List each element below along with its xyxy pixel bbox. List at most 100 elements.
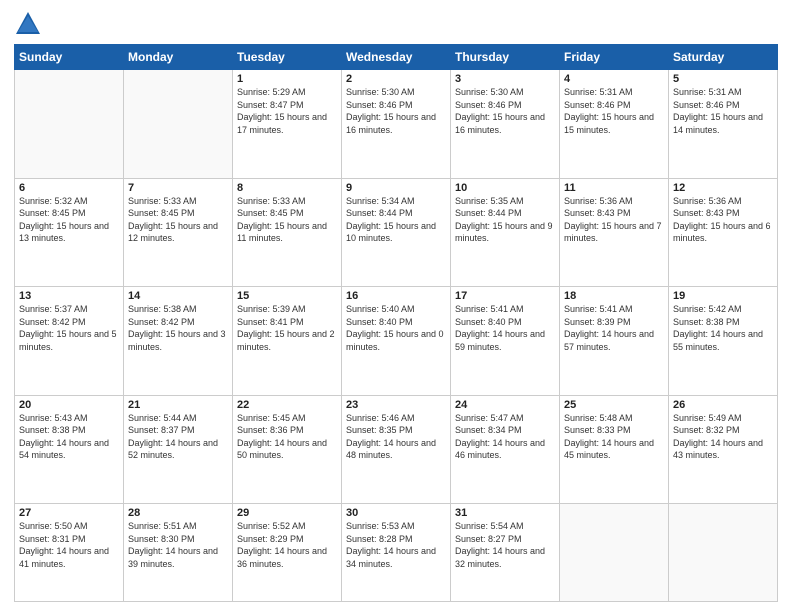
day-info: Sunrise: 5:31 AMSunset: 8:46 PMDaylight:… [564, 86, 664, 136]
day-info: Sunrise: 5:52 AMSunset: 8:29 PMDaylight:… [237, 520, 337, 570]
weekday-header: Monday [124, 45, 233, 70]
day-info: Sunrise: 5:30 AMSunset: 8:46 PMDaylight:… [346, 86, 446, 136]
day-info: Sunrise: 5:39 AMSunset: 8:41 PMDaylight:… [237, 303, 337, 353]
day-info: Sunrise: 5:50 AMSunset: 8:31 PMDaylight:… [19, 520, 119, 570]
day-number: 23 [346, 399, 446, 411]
day-number: 24 [455, 399, 555, 411]
day-info: Sunrise: 5:32 AMSunset: 8:45 PMDaylight:… [19, 195, 119, 245]
day-number: 22 [237, 399, 337, 411]
calendar-cell: 1Sunrise: 5:29 AMSunset: 8:47 PMDaylight… [233, 70, 342, 179]
calendar-cell: 31Sunrise: 5:54 AMSunset: 8:27 PMDayligh… [451, 504, 560, 602]
calendar-cell: 21Sunrise: 5:44 AMSunset: 8:37 PMDayligh… [124, 395, 233, 504]
calendar-week-row: 13Sunrise: 5:37 AMSunset: 8:42 PMDayligh… [15, 287, 778, 396]
day-info: Sunrise: 5:35 AMSunset: 8:44 PMDaylight:… [455, 195, 555, 245]
day-info: Sunrise: 5:45 AMSunset: 8:36 PMDaylight:… [237, 412, 337, 462]
day-info: Sunrise: 5:53 AMSunset: 8:28 PMDaylight:… [346, 520, 446, 570]
calendar-cell: 2Sunrise: 5:30 AMSunset: 8:46 PMDaylight… [342, 70, 451, 179]
day-info: Sunrise: 5:41 AMSunset: 8:39 PMDaylight:… [564, 303, 664, 353]
day-info: Sunrise: 5:44 AMSunset: 8:37 PMDaylight:… [128, 412, 228, 462]
day-number: 4 [564, 73, 664, 85]
day-number: 30 [346, 507, 446, 519]
day-info: Sunrise: 5:37 AMSunset: 8:42 PMDaylight:… [19, 303, 119, 353]
calendar-table: SundayMondayTuesdayWednesdayThursdayFrid… [14, 44, 778, 602]
day-info: Sunrise: 5:51 AMSunset: 8:30 PMDaylight:… [128, 520, 228, 570]
calendar-cell: 24Sunrise: 5:47 AMSunset: 8:34 PMDayligh… [451, 395, 560, 504]
day-number: 8 [237, 182, 337, 194]
day-number: 31 [455, 507, 555, 519]
calendar-cell: 6Sunrise: 5:32 AMSunset: 8:45 PMDaylight… [15, 178, 124, 287]
day-info: Sunrise: 5:34 AMSunset: 8:44 PMDaylight:… [346, 195, 446, 245]
calendar-cell: 15Sunrise: 5:39 AMSunset: 8:41 PMDayligh… [233, 287, 342, 396]
day-number: 28 [128, 507, 228, 519]
day-number: 29 [237, 507, 337, 519]
day-info: Sunrise: 5:31 AMSunset: 8:46 PMDaylight:… [673, 86, 773, 136]
weekday-header: Sunday [15, 45, 124, 70]
day-number: 11 [564, 182, 664, 194]
day-info: Sunrise: 5:40 AMSunset: 8:40 PMDaylight:… [346, 303, 446, 353]
calendar-cell: 5Sunrise: 5:31 AMSunset: 8:46 PMDaylight… [669, 70, 778, 179]
day-info: Sunrise: 5:41 AMSunset: 8:40 PMDaylight:… [455, 303, 555, 353]
header [14, 10, 778, 38]
day-number: 16 [346, 290, 446, 302]
calendar-cell: 4Sunrise: 5:31 AMSunset: 8:46 PMDaylight… [560, 70, 669, 179]
calendar-cell: 9Sunrise: 5:34 AMSunset: 8:44 PMDaylight… [342, 178, 451, 287]
calendar-cell: 30Sunrise: 5:53 AMSunset: 8:28 PMDayligh… [342, 504, 451, 602]
day-number: 13 [19, 290, 119, 302]
day-number: 18 [564, 290, 664, 302]
day-number: 12 [673, 182, 773, 194]
day-number: 19 [673, 290, 773, 302]
calendar-cell: 14Sunrise: 5:38 AMSunset: 8:42 PMDayligh… [124, 287, 233, 396]
calendar-cell: 7Sunrise: 5:33 AMSunset: 8:45 PMDaylight… [124, 178, 233, 287]
calendar-cell: 26Sunrise: 5:49 AMSunset: 8:32 PMDayligh… [669, 395, 778, 504]
calendar-cell [560, 504, 669, 602]
weekday-header: Thursday [451, 45, 560, 70]
day-info: Sunrise: 5:33 AMSunset: 8:45 PMDaylight:… [128, 195, 228, 245]
calendar-cell [15, 70, 124, 179]
calendar-cell: 12Sunrise: 5:36 AMSunset: 8:43 PMDayligh… [669, 178, 778, 287]
weekday-header: Wednesday [342, 45, 451, 70]
day-info: Sunrise: 5:36 AMSunset: 8:43 PMDaylight:… [564, 195, 664, 245]
day-number: 25 [564, 399, 664, 411]
calendar-cell: 28Sunrise: 5:51 AMSunset: 8:30 PMDayligh… [124, 504, 233, 602]
calendar-cell: 29Sunrise: 5:52 AMSunset: 8:29 PMDayligh… [233, 504, 342, 602]
calendar-cell [669, 504, 778, 602]
calendar-cell: 11Sunrise: 5:36 AMSunset: 8:43 PMDayligh… [560, 178, 669, 287]
day-number: 6 [19, 182, 119, 194]
calendar-cell: 18Sunrise: 5:41 AMSunset: 8:39 PMDayligh… [560, 287, 669, 396]
day-number: 3 [455, 73, 555, 85]
calendar-header-row: SundayMondayTuesdayWednesdayThursdayFrid… [15, 45, 778, 70]
calendar-cell: 16Sunrise: 5:40 AMSunset: 8:40 PMDayligh… [342, 287, 451, 396]
day-info: Sunrise: 5:47 AMSunset: 8:34 PMDaylight:… [455, 412, 555, 462]
day-number: 27 [19, 507, 119, 519]
calendar-week-row: 6Sunrise: 5:32 AMSunset: 8:45 PMDaylight… [15, 178, 778, 287]
day-number: 5 [673, 73, 773, 85]
calendar-cell: 20Sunrise: 5:43 AMSunset: 8:38 PMDayligh… [15, 395, 124, 504]
day-info: Sunrise: 5:46 AMSunset: 8:35 PMDaylight:… [346, 412, 446, 462]
day-info: Sunrise: 5:42 AMSunset: 8:38 PMDaylight:… [673, 303, 773, 353]
day-number: 17 [455, 290, 555, 302]
day-number: 20 [19, 399, 119, 411]
calendar-cell: 27Sunrise: 5:50 AMSunset: 8:31 PMDayligh… [15, 504, 124, 602]
calendar-cell: 23Sunrise: 5:46 AMSunset: 8:35 PMDayligh… [342, 395, 451, 504]
day-info: Sunrise: 5:33 AMSunset: 8:45 PMDaylight:… [237, 195, 337, 245]
day-info: Sunrise: 5:36 AMSunset: 8:43 PMDaylight:… [673, 195, 773, 245]
calendar-cell: 22Sunrise: 5:45 AMSunset: 8:36 PMDayligh… [233, 395, 342, 504]
day-number: 10 [455, 182, 555, 194]
page: SundayMondayTuesdayWednesdayThursdayFrid… [0, 0, 792, 612]
weekday-header: Saturday [669, 45, 778, 70]
day-info: Sunrise: 5:38 AMSunset: 8:42 PMDaylight:… [128, 303, 228, 353]
logo [14, 10, 46, 38]
day-number: 26 [673, 399, 773, 411]
day-number: 15 [237, 290, 337, 302]
day-info: Sunrise: 5:54 AMSunset: 8:27 PMDaylight:… [455, 520, 555, 570]
calendar-cell [124, 70, 233, 179]
calendar-cell: 19Sunrise: 5:42 AMSunset: 8:38 PMDayligh… [669, 287, 778, 396]
calendar-cell: 8Sunrise: 5:33 AMSunset: 8:45 PMDaylight… [233, 178, 342, 287]
calendar-week-row: 1Sunrise: 5:29 AMSunset: 8:47 PMDaylight… [15, 70, 778, 179]
day-number: 21 [128, 399, 228, 411]
weekday-header: Tuesday [233, 45, 342, 70]
day-number: 1 [237, 73, 337, 85]
day-number: 14 [128, 290, 228, 302]
day-info: Sunrise: 5:30 AMSunset: 8:46 PMDaylight:… [455, 86, 555, 136]
day-info: Sunrise: 5:43 AMSunset: 8:38 PMDaylight:… [19, 412, 119, 462]
